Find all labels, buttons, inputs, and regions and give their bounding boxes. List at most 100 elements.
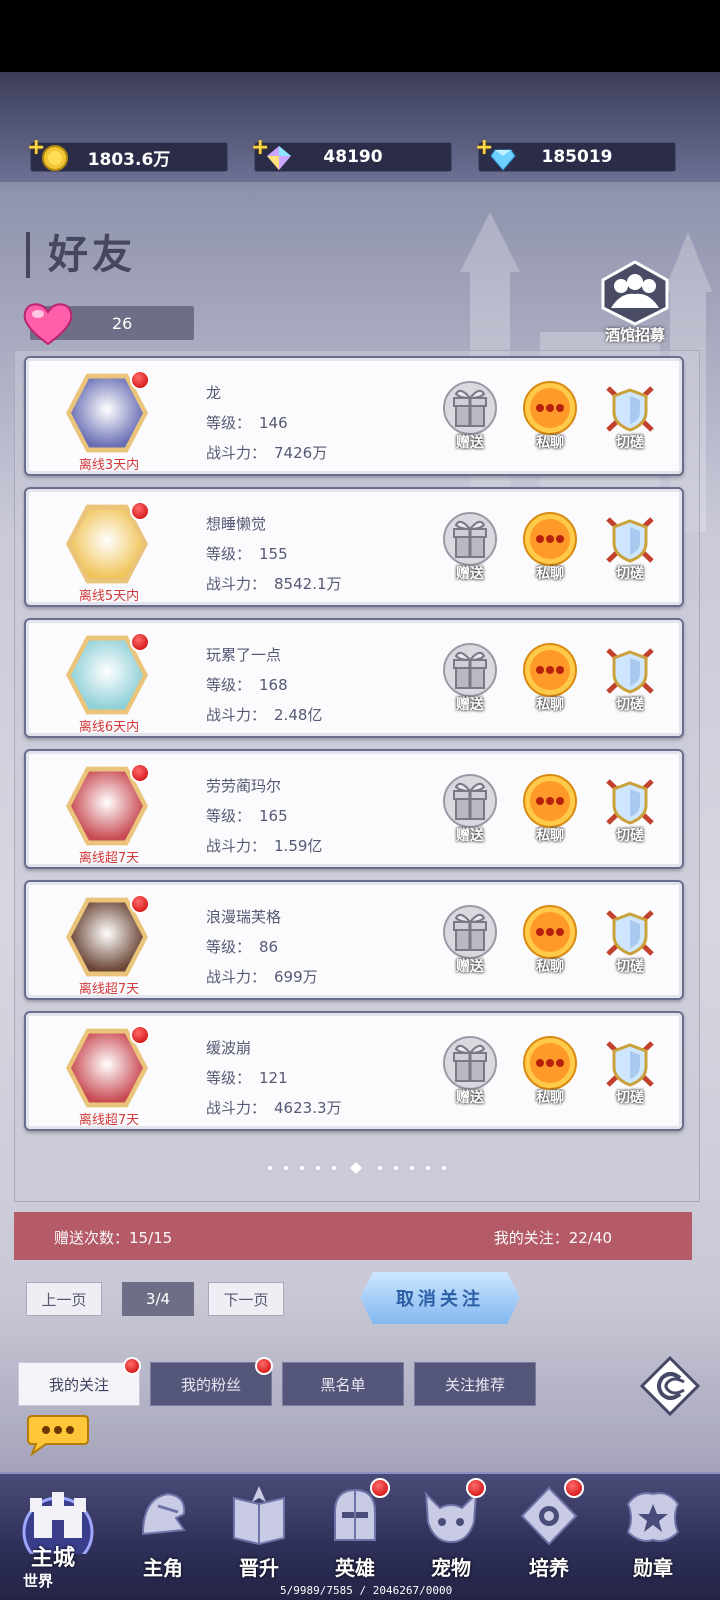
nav-hero-main[interactable]: 主角 [118,1484,208,1594]
nav-cultivate[interactable]: 培养 [504,1478,594,1594]
crossed-swords-shield-icon [606,648,654,694]
chat-button[interactable]: 私聊 [518,380,582,460]
chat-button-label: 私聊 [536,828,564,844]
chat-button[interactable]: 私聊 [518,904,582,984]
gift-button[interactable]: 赠送 [438,773,502,853]
chat-button[interactable]: 私聊 [518,773,582,853]
chat-bubble-icon[interactable] [26,1412,90,1456]
crossed-swords-shield-icon [606,386,654,432]
friend-level-label: 等级： [206,807,252,825]
tab-my-fans[interactable]: 我的粉丝 [150,1357,273,1406]
notification-dot [130,501,150,521]
friend-online-status: 离线6天内 [78,720,140,735]
friend-power-value: 699万 [274,968,318,986]
friend-card[interactable]: 离线超7天 劳劳蔺玛尔 等级： 165 战斗力： 1.59亿 赠送 私聊 切磋 [24,749,684,869]
speech-bubble-icon [523,1036,577,1090]
notification-dot [123,1357,141,1375]
duel-button[interactable]: 切磋 [598,773,662,853]
chat-button[interactable]: 私聊 [518,511,582,591]
tab-follow-recommend[interactable]: 关注推荐 [414,1362,536,1406]
friend-card[interactable]: 离线超7天 浪漫瑞芙格 等级： 86 战斗力： 699万 赠送 私聊 切磋 [24,880,684,1000]
friend-portrait [71,1033,143,1103]
friend-level-label: 等级： [206,414,252,432]
friend-name: 缓波崩 [206,1039,252,1057]
friend-level-value: 155 [259,545,288,563]
nav-main-city[interactable]: 主城 世界 [8,1484,108,1594]
duel-button[interactable]: 切磋 [598,1035,662,1115]
friend-portrait [71,771,143,841]
diamond-resource[interactable]: + 185019 [475,135,676,172]
chat-button[interactable]: 私聊 [518,642,582,722]
friend-level: 等级： 165 [206,805,288,826]
bottom-nav: 主城 世界 主角 晋升 英雄 宠物 培养 勋章 [0,1472,720,1600]
page-indicator: 3/4 [122,1282,194,1316]
chat-button[interactable]: 私聊 [518,1035,582,1115]
nav-heroes[interactable]: 英雄 [310,1478,400,1594]
collapse-menu-icon[interactable] [640,1356,700,1416]
chat-button-label: 私聊 [536,1090,564,1106]
duel-button[interactable]: 切磋 [598,511,662,591]
notification-dot [466,1478,486,1498]
gift-box-icon [443,643,497,697]
friend-power-label: 战斗力： [206,837,267,855]
gift-button[interactable]: 赠送 [438,511,502,591]
friend-power-value: 2.48亿 [274,706,323,724]
friend-power: 战斗力： 2.48亿 [206,704,322,725]
gift-button[interactable]: 赠送 [438,380,502,460]
tab-blacklist[interactable]: 黑名单 [282,1362,404,1406]
unfollow-button[interactable]: 取消关注 [360,1272,520,1324]
stats-bar: 赠送次数：15/15 我的关注：22/40 [14,1212,692,1260]
nav-heroes-label: 英雄 [335,1556,375,1580]
nav-pets-label: 宠物 [431,1556,471,1580]
duel-button-label: 切磋 [616,435,644,451]
duel-button[interactable]: 切磋 [598,642,662,722]
speech-bubble-icon [523,774,577,828]
friend-level-value: 121 [259,1069,288,1087]
gift-box-icon [443,381,497,435]
chat-button-label: 私聊 [536,435,564,451]
friend-level: 等级： 155 [206,543,288,564]
friend-card[interactable]: 离线3天内 龙等级： 146 战斗力： 7426万 赠送 私聊 切磋 [24,356,684,476]
nav-medals[interactable]: 勋章 [608,1484,698,1594]
scroll-indicator [268,1162,446,1174]
chat-button-label: 私聊 [536,697,564,713]
nav-main-city-label: 主城 [30,1545,75,1571]
friend-level-label: 等级： [206,1069,252,1087]
nav-promote[interactable]: 晋升 [214,1484,304,1594]
nav-pets[interactable]: 宠物 [406,1478,496,1594]
friend-level: 等级： 146 [206,412,288,433]
gift-button[interactable]: 赠送 [438,904,502,984]
tab-follow-recommend-label: 关注推荐 [444,1375,505,1394]
duel-button[interactable]: 切磋 [598,380,662,460]
tab-my-follows[interactable]: 我的关注 [18,1357,141,1406]
nav-cultivate-label: 培养 [529,1556,569,1580]
friend-power: 战斗力： 699万 [206,966,318,987]
friend-power-value: 4623.3万 [274,1099,342,1117]
next-page-button[interactable]: 下一页 [208,1282,284,1316]
gold-resource[interactable]: + 1803.6万 [27,135,228,172]
chat-button-label: 私聊 [536,959,564,975]
gift-button[interactable]: 赠送 [438,642,502,722]
friend-card[interactable]: 离线5天内 想睡懒觉 等级： 155 战斗力： 8542.1万 赠送 私聊 切磋 [24,487,684,607]
gift-button-label: 赠送 [456,566,484,582]
friend-level: 等级： 86 [206,936,278,957]
friend-power-value: 8542.1万 [274,575,342,593]
page-title: 好友 [26,232,136,278]
friend-card[interactable]: 离线超7天 缓波崩 等级： 121 战斗力： 4623.3万 赠送 私聊 切磋 [24,1011,684,1131]
duel-button[interactable]: 切磋 [598,904,662,984]
prev-page-button[interactable]: 上一页 [26,1282,102,1316]
friend-name: 浪漫瑞芙格 [206,908,282,926]
friend-card[interactable]: 离线6天内 玩累了一点 等级： 168 战斗力： 2.48亿 赠送 私聊 切磋 [24,618,684,738]
friend-power-value: 1.59亿 [274,837,323,855]
gift-button-label: 赠送 [456,828,484,844]
gift-button[interactable]: 赠送 [438,1035,502,1115]
friend-power-value: 7426万 [274,444,328,462]
chat-button-label: 私聊 [536,566,564,582]
crystal-resource[interactable]: + 48190 [251,135,452,172]
friend-name: 龙 [206,384,222,402]
friend-portrait [71,640,143,710]
friend-power: 战斗力： 1.59亿 [206,835,322,856]
tavern-recruit-button[interactable]: 酒馆招募 [590,258,680,348]
book-icon [233,1486,285,1546]
notification-dot [370,1478,390,1498]
